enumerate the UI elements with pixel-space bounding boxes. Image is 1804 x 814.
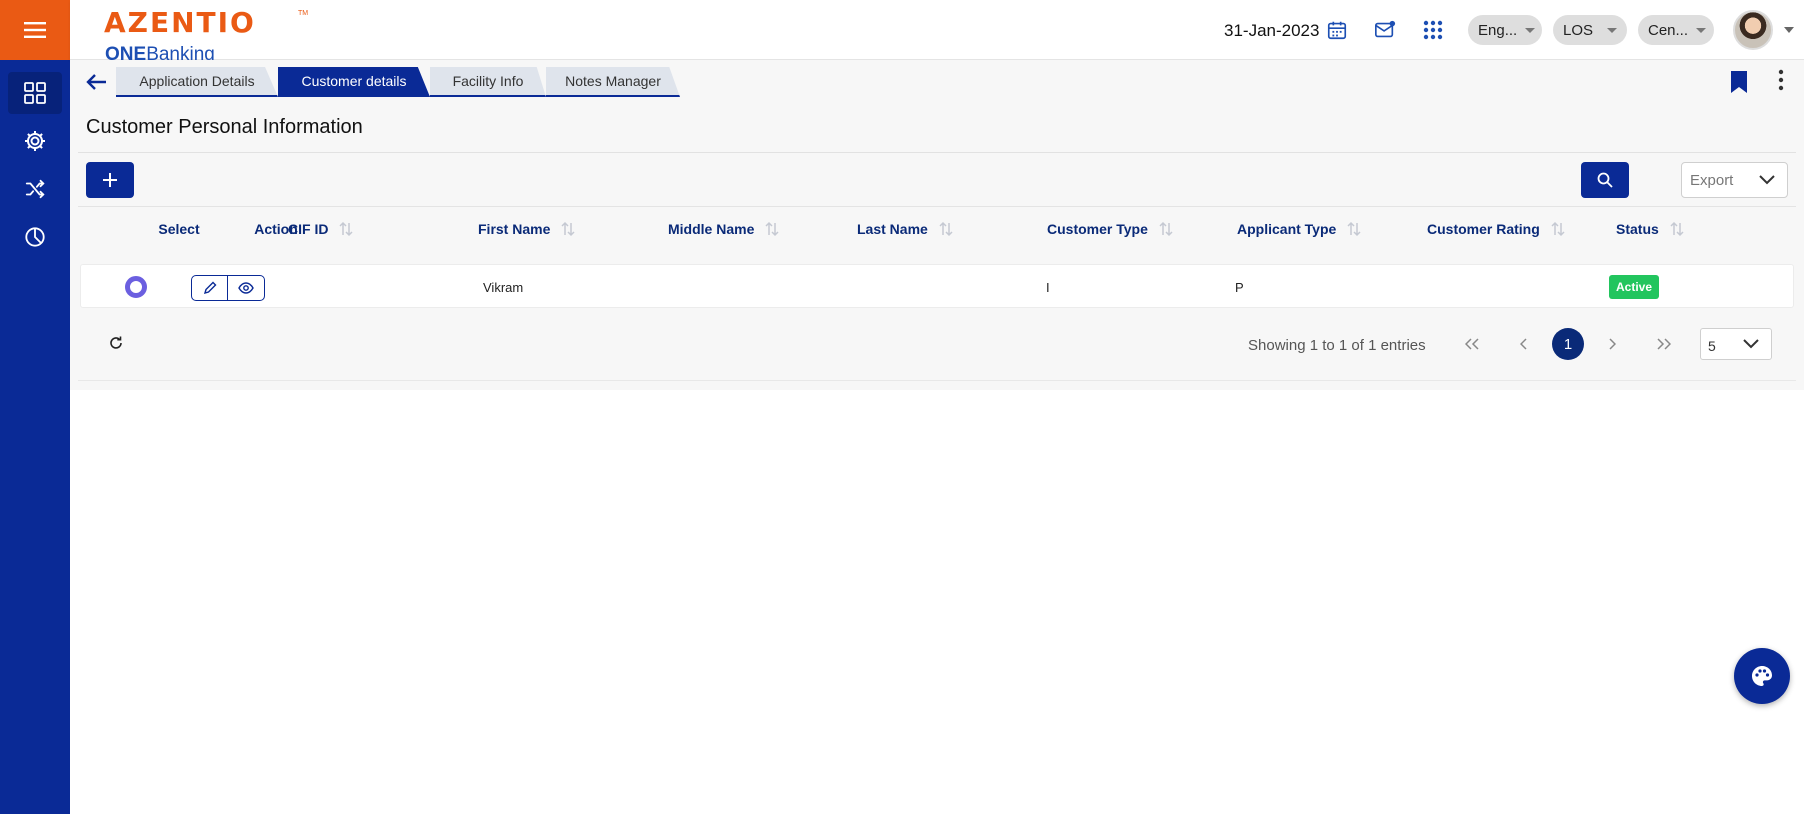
divider (78, 152, 1796, 153)
row-action-group (191, 275, 265, 301)
add-button[interactable] (86, 162, 134, 198)
apps-button[interactable] (1420, 17, 1446, 43)
tab-application-details[interactable]: Application Details (116, 67, 278, 97)
mail-button[interactable] (1372, 17, 1398, 43)
pie-chart-icon (25, 227, 45, 247)
eye-icon (238, 282, 254, 294)
chevron-down-icon (1696, 27, 1707, 33)
cell-applicant-type: P (1235, 280, 1244, 295)
sidebar-item-settings[interactable] (8, 120, 62, 162)
bookmark-icon (1731, 71, 1747, 93)
sort-icon (938, 221, 954, 237)
module-selector[interactable]: LOS (1553, 15, 1627, 45)
refresh-button[interactable] (108, 335, 124, 356)
sort-icon (1346, 221, 1362, 237)
cell-customer-type: I (1046, 280, 1050, 295)
edit-button[interactable] (192, 276, 228, 300)
search-button[interactable] (1581, 162, 1629, 198)
column-header-customer-rating[interactable]: Customer Rating (1427, 221, 1566, 237)
column-header-cif-id[interactable]: CIF ID (288, 221, 354, 237)
pencil-icon (203, 281, 216, 295)
tab-notes-manager[interactable]: Notes Manager (546, 67, 680, 97)
business-date: 31-Jan-2023 (1224, 21, 1320, 40)
sidebar-item-workflow[interactable] (8, 168, 62, 210)
calendar-button[interactable] (1324, 17, 1350, 43)
chevron-right-icon (1609, 338, 1616, 350)
sidebar-item-dashboard[interactable] (8, 72, 62, 114)
row-select-radio[interactable] (125, 276, 147, 298)
language-selector[interactable]: Eng... (1468, 15, 1542, 45)
column-header-select: Select (158, 221, 200, 237)
column-header-middle-name[interactable]: Middle Name (668, 221, 780, 237)
palette-icon (1752, 666, 1772, 686)
chevron-down-icon (1759, 175, 1775, 185)
sort-icon (338, 221, 354, 237)
export-dropdown[interactable]: Export (1681, 162, 1788, 198)
search-icon (1597, 172, 1613, 188)
double-chevron-right-icon (1657, 338, 1671, 350)
column-header-applicant-type[interactable]: Applicant Type (1237, 221, 1362, 237)
sidebar-item-reports[interactable] (8, 216, 62, 258)
sort-icon (764, 221, 780, 237)
hamburger-icon (24, 22, 46, 38)
sort-icon (1550, 221, 1566, 237)
hamburger-menu-button[interactable] (0, 0, 70, 60)
top-header: AZENTIO TM ONEBanking 31-Jan-2023 Eng...… (70, 0, 1804, 65)
column-header-status[interactable]: Status (1616, 221, 1685, 237)
tab-customer-details[interactable]: Customer details (278, 67, 430, 97)
sidebar (0, 0, 70, 814)
column-header-last-name[interactable]: Last Name (857, 221, 954, 237)
back-button[interactable] (82, 70, 110, 94)
table-header: Select Action CIF ID First Name Middle N… (78, 206, 1796, 254)
more-options-button[interactable] (1778, 68, 1784, 97)
kebab-icon (1778, 69, 1784, 91)
gear-icon (25, 131, 45, 151)
chevron-down-icon (1525, 27, 1536, 33)
arrow-left-icon (86, 74, 106, 90)
bookmark-button[interactable] (1730, 70, 1748, 99)
first-page-button[interactable] (1456, 328, 1488, 360)
table-row: Vikram I P Active (80, 264, 1794, 308)
last-page-button[interactable] (1648, 328, 1680, 360)
divider (78, 380, 1796, 381)
sort-icon (1158, 221, 1174, 237)
calendar-icon (1327, 21, 1347, 40)
logo-trademark: TM (298, 10, 309, 17)
column-header-customer-type[interactable]: Customer Type (1047, 221, 1174, 237)
page-1-button[interactable]: 1 (1552, 328, 1584, 360)
avatar[interactable] (1733, 10, 1773, 50)
sort-icon (1669, 221, 1685, 237)
chevron-down-icon (1743, 339, 1759, 349)
apps-grid-icon (1423, 20, 1443, 40)
logo-text: AZENTIO (104, 6, 256, 39)
prev-page-button[interactable] (1508, 328, 1540, 360)
pagination-summary: Showing 1 to 1 of 1 entries (1248, 337, 1426, 354)
chevron-left-icon (1520, 338, 1527, 350)
sort-icon (560, 221, 576, 237)
branch-selector[interactable]: Cen... (1638, 15, 1714, 45)
view-button[interactable] (228, 276, 264, 300)
shuffle-icon (25, 179, 45, 199)
chevron-down-icon (1607, 27, 1618, 33)
mail-icon (1375, 20, 1396, 38)
grid-icon (24, 82, 46, 104)
status-badge: Active (1609, 275, 1660, 299)
page-size-select[interactable]: 5 (1700, 328, 1772, 360)
main-content: Application Details Customer details Fac… (70, 60, 1804, 390)
plus-icon (103, 173, 117, 187)
page-title: Customer Personal Information (86, 116, 363, 138)
app-root: AZENTIO TM ONEBanking 31-Jan-2023 Eng...… (0, 0, 1804, 814)
cell-first-name: Vikram (483, 280, 524, 295)
column-header-first-name[interactable]: First Name (478, 221, 576, 237)
refresh-icon (110, 336, 122, 349)
tab-facility-info[interactable]: Facility Info (430, 67, 546, 97)
profile-chevron-down-icon[interactable] (1784, 27, 1794, 33)
double-chevron-left-icon (1465, 338, 1479, 350)
next-page-button[interactable] (1596, 328, 1628, 360)
theme-palette-button[interactable] (1734, 648, 1790, 704)
